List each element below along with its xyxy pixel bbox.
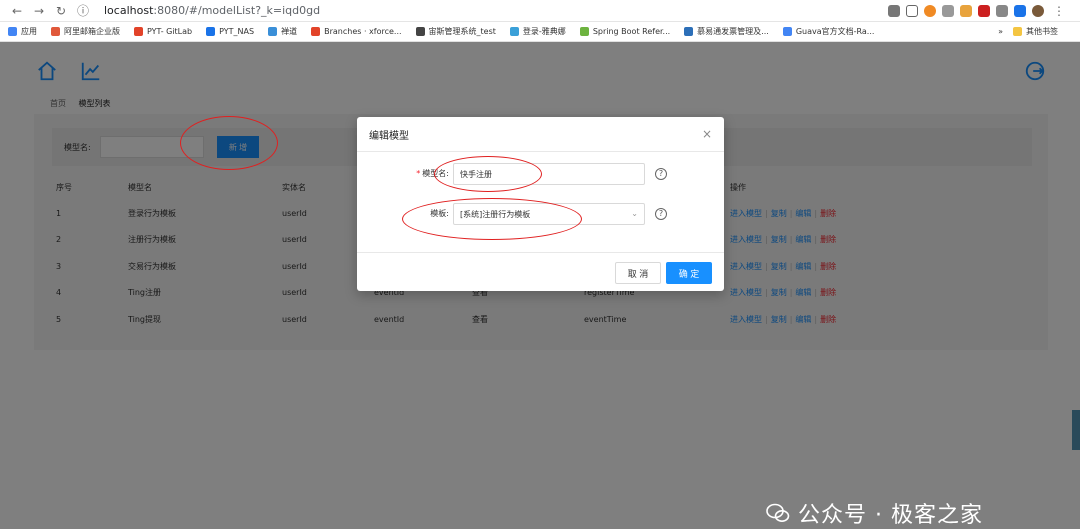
address-bar[interactable]: localhost:8080/#/modelList?_k=iqd0gd <box>104 3 320 19</box>
bookmark-item[interactable]: Branches · xforce... <box>311 27 402 36</box>
bookmark-label: Branches · xforce... <box>324 27 402 36</box>
bookmark-item[interactable]: PYT- GitLab <box>134 27 192 36</box>
watermark-text: 公众号 · 极客之家 <box>798 503 983 528</box>
bookmark-icon <box>579 27 589 36</box>
star-icon[interactable] <box>906 4 918 17</box>
bookmark-icon <box>782 27 792 36</box>
avatar[interactable] <box>1032 4 1044 17</box>
bookmark-item[interactable]: PYT_NAS <box>206 27 254 36</box>
back-icon[interactable]: ← <box>8 2 26 20</box>
cancel-button[interactable]: 取 消 <box>615 262 661 284</box>
bookmark-label: 登录-雅典娜 <box>522 27 566 36</box>
bookmark-label: PYT_NAS <box>219 27 255 36</box>
bookmark-icon <box>134 27 143 36</box>
bookmark-label: 应用 <box>21 27 37 36</box>
confirm-button[interactable]: 确 定 <box>666 262 712 284</box>
watermark: 公众号 · 极客之家 <box>766 497 983 529</box>
bookmark-label: Spring Boot Refer... <box>592 27 671 36</box>
reload-icon[interactable]: ↻ <box>52 2 70 20</box>
extension-icon[interactable] <box>924 4 936 17</box>
annotation-circle <box>180 116 278 170</box>
bookmark-label: PYT- GitLab <box>147 27 193 36</box>
extension-icon[interactable] <box>942 4 954 17</box>
bookmark-icon <box>684 27 694 36</box>
dialog-title: 编辑模型 <box>369 130 409 142</box>
browser-toolbar: ← → ↻ ⓘ localhost:8080/#/modelList?_k=iq… <box>0 0 1080 22</box>
bookmark-icon <box>206 27 216 36</box>
extension-icons: ⋮ <box>888 2 1072 20</box>
bookmark-icon <box>415 27 425 36</box>
side-panel-tab[interactable] <box>1072 410 1080 450</box>
url-path: :8080/#/modelList?_k=iqd0gd <box>153 4 321 17</box>
bookmark-item[interactable]: 慕易通发票管理及... <box>684 26 769 37</box>
bookmark-label: Guava官方文档-Ra... <box>795 27 875 36</box>
bookmark-item[interactable]: Guava官方文档-Ra... <box>782 26 875 37</box>
bookmark-icon <box>8 27 17 36</box>
bookmark-label: 慕易通发票管理及... <box>697 27 769 36</box>
key-icon[interactable] <box>888 4 900 17</box>
dialog-header: 编辑模型 × <box>357 117 724 152</box>
bookmark-item[interactable]: 宙斯管理系统_test <box>415 26 496 37</box>
bookmark-icon <box>51 27 60 36</box>
annotation-circle <box>402 198 582 240</box>
help-icon[interactable]: ? <box>655 208 667 220</box>
bookmark-label: 宙斯管理系统_test <box>428 27 496 36</box>
bookmark-icon <box>268 27 278 36</box>
folder-icon <box>1013 27 1022 36</box>
extension-icon[interactable] <box>1014 4 1026 17</box>
other-bookmarks[interactable]: 其他书签 <box>1013 26 1058 37</box>
extension-icon[interactable] <box>978 4 990 17</box>
help-icon[interactable]: ? <box>655 168 667 180</box>
bookmarks-bar: 应用 阿里邮箱企业版 PYT- GitLab PYT_NAS 禅道 Branches · … <box>0 22 1080 42</box>
menu-icon[interactable]: ⋮ <box>1050 2 1068 20</box>
bookmark-item[interactable]: 应用 <box>8 26 37 37</box>
bookmark-icon <box>509 27 519 36</box>
chevron-down-icon: ⌄ <box>631 209 638 218</box>
bookmark-item[interactable]: 阿里邮箱企业版 <box>51 26 120 37</box>
bookmark-item[interactable]: 登录-雅典娜 <box>509 26 566 37</box>
bookmark-item[interactable]: Spring Boot Refer... <box>579 27 671 36</box>
required-mark: * <box>416 169 421 178</box>
bookmark-item[interactable]: 禅道 <box>268 26 297 37</box>
info-icon[interactable]: ⓘ <box>74 2 92 20</box>
bookmark-label: 禅道 <box>281 27 298 36</box>
extension-icon[interactable] <box>996 4 1008 17</box>
forward-icon[interactable]: → <box>30 2 48 20</box>
annotation-circle <box>434 156 542 192</box>
dialog-footer: 取 消 确 定 <box>357 252 724 291</box>
bookmark-icon <box>311 27 321 36</box>
close-icon[interactable]: × <box>702 127 712 141</box>
wechat-icon <box>766 503 790 522</box>
extension-icon[interactable] <box>960 4 972 17</box>
bookmarks-more[interactable]: » <box>998 27 1003 36</box>
bookmark-label: 阿里邮箱企业版 <box>64 27 120 36</box>
url-host: localhost <box>104 4 154 17</box>
other-bookmarks-label: 其他书签 <box>1026 27 1058 36</box>
